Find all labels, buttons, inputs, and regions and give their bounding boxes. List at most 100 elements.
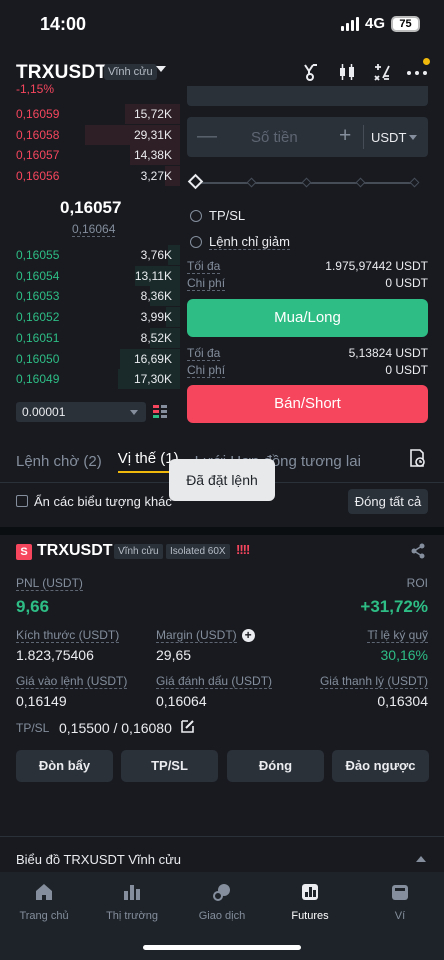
bid-row[interactable]: 0,16050 16,69K: [0, 348, 180, 369]
order-history-icon[interactable]: [408, 449, 426, 467]
margin-label[interactable]: Margin (USDT): [156, 628, 237, 643]
short-max-row: Tối đa 5,13824 USDT: [187, 346, 428, 361]
trade-icon: [213, 884, 230, 901]
bid-row[interactable]: 0,16053 8,36K: [0, 286, 180, 307]
bid-row[interactable]: 0,16051 8,52K: [0, 327, 180, 348]
margin-mode-badge: Isolated 60X: [166, 544, 230, 559]
bid-row[interactable]: 0,16054 13,11K: [0, 265, 180, 286]
position-symbol[interactable]: TRXUSDT: [37, 542, 113, 560]
size-value: 1.823,75406: [16, 647, 94, 663]
bid-row[interactable]: 0,16052 3,99K: [0, 307, 180, 328]
price-step-value: 0.00001: [22, 405, 66, 419]
short-side-badge: S: [16, 544, 32, 560]
slider-handle[interactable]: [187, 173, 204, 190]
size-label[interactable]: Kích thước (USDT): [16, 628, 120, 643]
long-cost-row: Chi phí 0 USDT: [187, 276, 428, 291]
decrease-icon[interactable]: —: [197, 125, 217, 148]
roi-label: ROI: [406, 576, 428, 590]
signal-icon: [340, 16, 359, 31]
buy-long-button[interactable]: Mua/Long: [187, 299, 428, 337]
mark-price[interactable]: 0,16064: [72, 222, 116, 237]
price-step-select[interactable]: 0.00001: [16, 402, 146, 422]
chevron-down-icon: [409, 135, 417, 140]
order-book-layout-icon[interactable]: [153, 405, 167, 419]
short-cost-row: Chi phí 0 USDT: [187, 363, 428, 378]
home-indicator: [143, 945, 301, 950]
symbol-title[interactable]: TRXUSDT: [16, 62, 107, 84]
order-placed-toast: Đã đặt lệnh: [169, 459, 275, 501]
leverage-button[interactable]: Đòn bẩy: [16, 750, 113, 782]
market-icon: [124, 885, 140, 900]
calculator-icon[interactable]: [371, 62, 393, 84]
more-icon[interactable]: [406, 62, 428, 84]
tpsl-option[interactable]: TP/SL: [190, 208, 245, 223]
close-all-button[interactable]: Đóng tất cả: [348, 489, 428, 514]
liquidation-price-value: 0,16304: [377, 693, 428, 709]
reverse-position-button[interactable]: Đảo ngược: [332, 750, 429, 782]
order-qty: 16,69K: [133, 351, 172, 366]
margin-value: 29,65: [156, 647, 192, 663]
chevron-up-icon[interactable]: [416, 856, 426, 862]
nav-wallet[interactable]: Ví: [356, 882, 444, 922]
tpsl-label: TP/SL: [16, 721, 50, 735]
order-price: 0,16053: [16, 289, 60, 304]
hide-other-symbols-label[interactable]: Ẩn các biểu tượng khác: [34, 494, 172, 509]
price-input-partial[interactable]: [187, 86, 428, 106]
order-price: 0,16059: [16, 107, 60, 121]
order-price: 0,16051: [16, 330, 60, 345]
add-margin-icon[interactable]: +: [241, 629, 255, 642]
margin-ratio-label[interactable]: Tỉ lệ ký quỹ: [367, 628, 428, 643]
ask-row[interactable]: 0,16058 29,31K: [0, 124, 180, 145]
liquidation-price-label[interactable]: Giá thanh lý (USDT): [319, 674, 428, 689]
order-qty: 14,38K: [133, 148, 172, 163]
tpsl-button[interactable]: TP/SL: [121, 750, 218, 782]
nav-home[interactable]: Trang chủ: [0, 882, 88, 922]
nav-markets[interactable]: Thị trường: [88, 882, 176, 922]
hide-other-symbols-checkbox[interactable]: [16, 495, 28, 507]
increase-icon[interactable]: +: [339, 124, 351, 148]
tpsl-value: 0,15500 / 0,16080: [59, 720, 172, 736]
order-price: 0,16050: [16, 351, 60, 366]
order-price: 0,16055: [16, 248, 60, 262]
order-price: 0,16058: [16, 127, 60, 142]
nav-futures[interactable]: Futures: [266, 882, 354, 922]
tab-pending-orders[interactable]: Lệnh chờ (2): [16, 453, 102, 470]
mark-price-label[interactable]: Giá đánh dấu (USDT): [156, 674, 273, 689]
edit-tpsl-icon[interactable]: [181, 720, 194, 738]
home-icon: [36, 884, 52, 900]
pnl-value: 9,66: [16, 597, 50, 616]
pnl-label[interactable]: PNL (USDT): [16, 576, 83, 591]
bid-row[interactable]: 0,16049 17,30K: [0, 369, 180, 390]
status-bar: 14:00 4G 75: [0, 0, 444, 50]
nav-trade[interactable]: Giao dịch: [178, 882, 266, 922]
order-qty: 8,52K: [140, 330, 172, 345]
network-type: 4G: [364, 15, 385, 32]
bid-row[interactable]: 0,16055 3,76K: [0, 245, 180, 265]
order-qty: 3,99K: [140, 310, 172, 325]
futures-icon: [302, 884, 318, 900]
roi-value: +31,72%: [360, 597, 428, 616]
symbol-dropdown-icon[interactable]: [156, 66, 166, 72]
ask-row[interactable]: 0,16057 14,38K: [0, 145, 180, 166]
candlestick-chart-icon[interactable]: [336, 62, 358, 84]
radio-icon[interactable]: [190, 236, 202, 248]
order-qty: 3,76K: [140, 248, 172, 262]
radio-icon[interactable]: [190, 209, 202, 222]
battery-icon: 75: [391, 15, 420, 32]
chart-link[interactable]: Biểu đồ TRXUSDT Vĩnh cửu: [16, 852, 181, 867]
ask-row[interactable]: 0,16056 3,27K: [0, 166, 180, 187]
position-contract-type: Vĩnh cửu: [114, 544, 163, 559]
close-position-button[interactable]: Đóng: [227, 750, 324, 782]
share-icon[interactable]: [410, 543, 426, 559]
order-qty: 29,31K: [133, 127, 172, 142]
amount-unit-select[interactable]: USDT: [371, 130, 406, 145]
reduce-only-option[interactable]: Lệnh chỉ giảm: [190, 234, 290, 250]
amount-slider[interactable]: [187, 173, 420, 190]
entry-price-label[interactable]: Giá vào lệnh (USDT): [16, 674, 128, 689]
status-time: 14:00: [40, 14, 87, 34]
sell-short-button[interactable]: Bán/Short: [187, 385, 428, 423]
amount-input[interactable]: — Số tiền + USDT: [187, 117, 428, 157]
ask-row[interactable]: 0,16059 15,72K: [0, 104, 180, 124]
order-price: 0,16057: [16, 148, 60, 163]
trophy-icon[interactable]: [300, 62, 322, 84]
